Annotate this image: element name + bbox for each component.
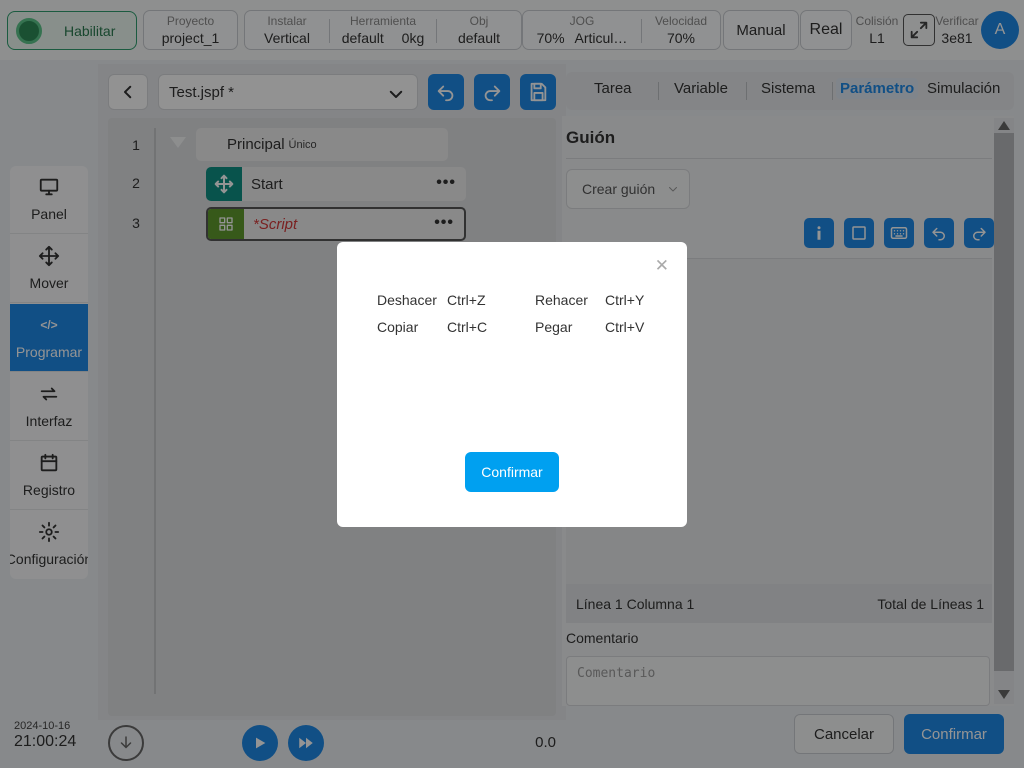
shortcuts-dialog: ✕ Deshacer Ctrl+Z Rehacer Ctrl+Y Copiar …	[337, 242, 687, 527]
shortcut-keys: Ctrl+Y	[605, 292, 645, 308]
modal-confirm-button[interactable]: Confirmar	[465, 452, 559, 492]
shortcut-action: Copiar	[377, 319, 419, 335]
shortcut-keys: Ctrl+V	[605, 319, 645, 335]
shortcut-keys: Ctrl+C	[447, 319, 488, 335]
shortcut-action: Rehacer	[535, 292, 588, 308]
close-icon[interactable]: ✕	[655, 256, 669, 276]
shortcut-action: Pegar	[535, 319, 573, 335]
shortcut-action: Deshacer	[377, 292, 437, 308]
shortcut-keys: Ctrl+Z	[447, 292, 486, 308]
